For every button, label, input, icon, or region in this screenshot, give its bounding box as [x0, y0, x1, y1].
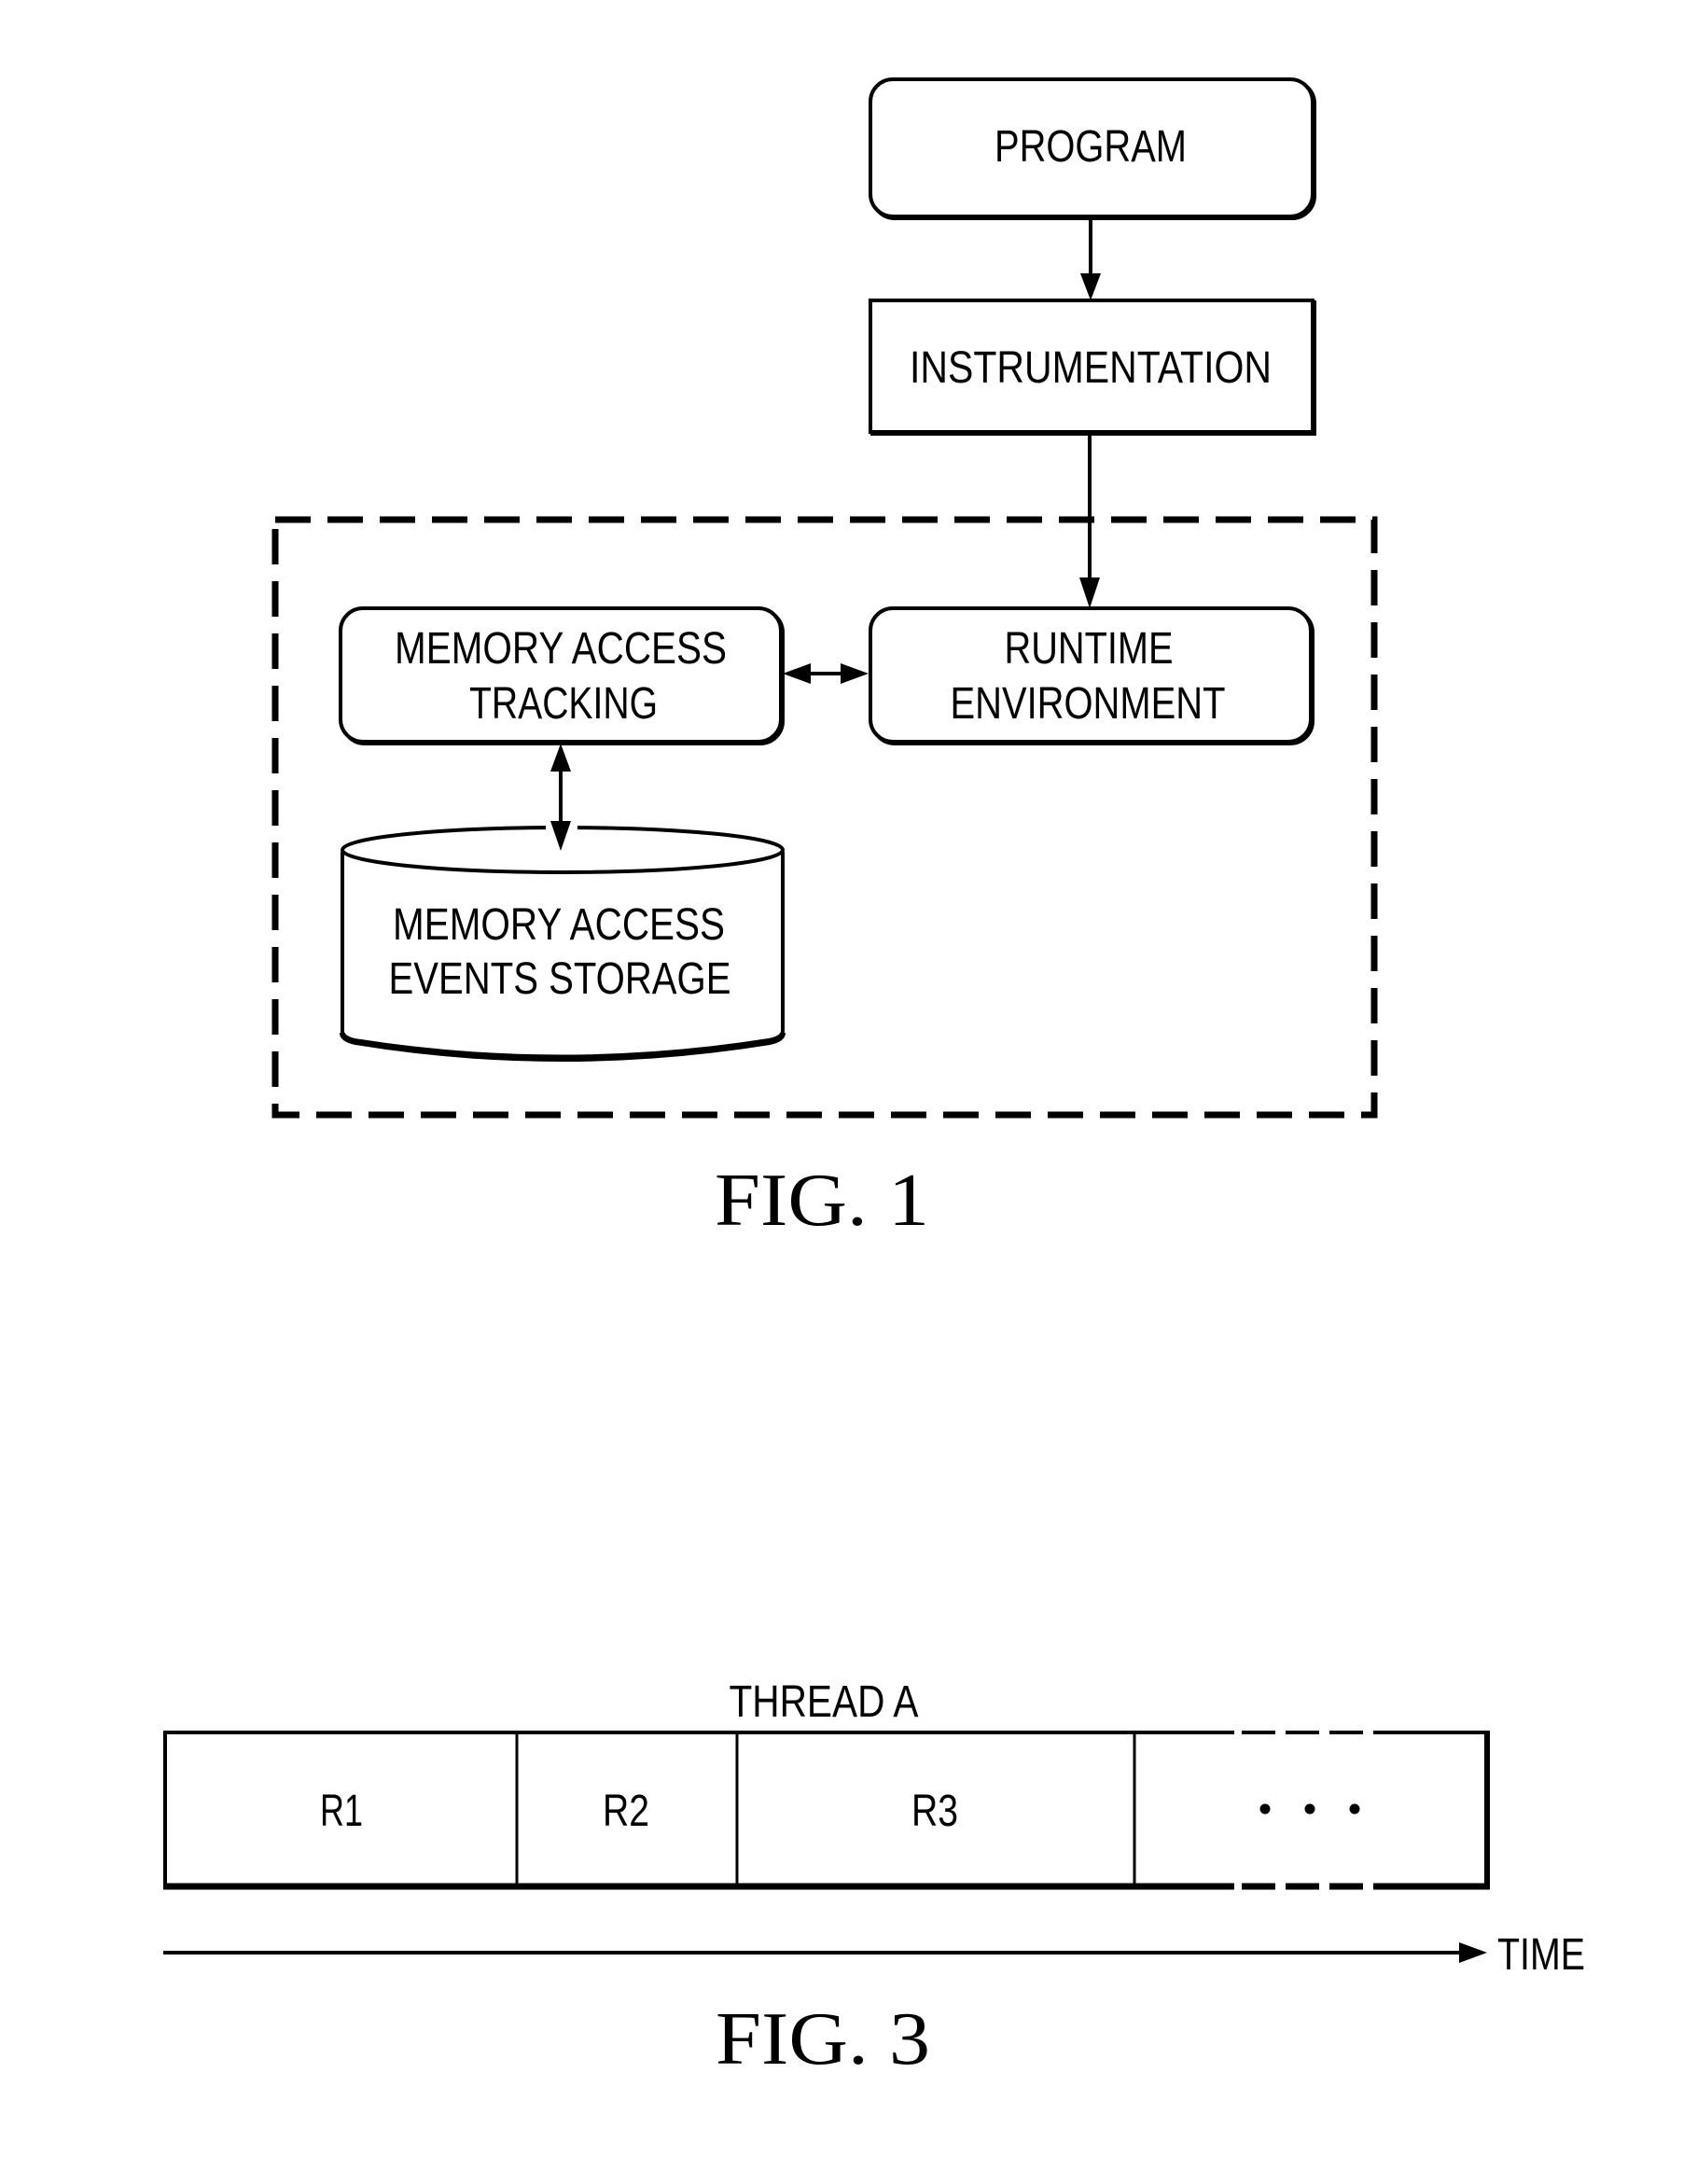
region-r3-label: R3	[911, 1787, 958, 1836]
region-r2-label: R2	[603, 1787, 649, 1836]
storage-node-label-line2: EVENTS STORAGE	[389, 954, 731, 1004]
arrowhead-left-icon	[783, 663, 811, 684]
ellipsis-dot-icon	[1349, 1803, 1360, 1815]
storage-node-label-line1: MEMORY ACCESS	[393, 900, 725, 950]
figure-3-caption: FIG. 3	[716, 1998, 930, 2080]
thread-label: THREAD A	[730, 1677, 919, 1727]
patent-drawing-sheet: PROGRAM INSTRUMENTATION MEMORY ACCESS TR…	[163, 77, 1585, 2080]
program-node-label: PROGRAM	[995, 122, 1187, 172]
arrowhead-down-icon	[1080, 273, 1101, 300]
runtime-node-label-line1: RUNTIME	[1005, 624, 1174, 674]
tracking-node-label-line1: MEMORY ACCESS	[395, 624, 727, 674]
arrowhead-up-icon	[550, 744, 571, 772]
figure-1: PROGRAM INSTRUMENTATION MEMORY ACCESS TR…	[271, 77, 1378, 1242]
region-r1-label: R1	[320, 1787, 363, 1836]
arrowhead-right-icon	[1459, 1942, 1487, 1963]
continuation-ellipsis	[1259, 1803, 1360, 1815]
ellipsis-dot-icon	[1259, 1803, 1271, 1815]
time-axis: TIME	[163, 1930, 1585, 1980]
arrowhead-down-icon	[1079, 577, 1100, 608]
figure-3: THREAD A R1 R2 R3 TIME FIG. 3	[163, 1677, 1585, 2080]
runtime-node: RUNTIME ENVIRONMENT	[869, 606, 1314, 745]
tracking-node-label-line2: TRACKING	[469, 679, 658, 729]
arrowhead-right-icon	[841, 663, 869, 684]
tracking-node: MEMORY ACCESS TRACKING	[339, 606, 785, 745]
instrumentation-node: INSTRUMENTATION	[869, 299, 1316, 436]
time-axis-label: TIME	[1497, 1930, 1585, 1980]
instrumentation-node-label: INSTRUMENTATION	[910, 343, 1272, 393]
arrow-tracking-runtime-bidirectional	[783, 663, 869, 684]
program-node: PROGRAM	[869, 77, 1316, 220]
ellipsis-dot-icon	[1304, 1803, 1315, 1815]
runtime-node-label-line2: ENVIRONMENT	[951, 679, 1226, 729]
arrow-program-to-instrumentation	[1080, 218, 1101, 300]
figure-1-caption: FIG. 1	[715, 1160, 929, 1242]
storage-node: MEMORY ACCESS EVENTS STORAGE	[340, 826, 786, 1062]
